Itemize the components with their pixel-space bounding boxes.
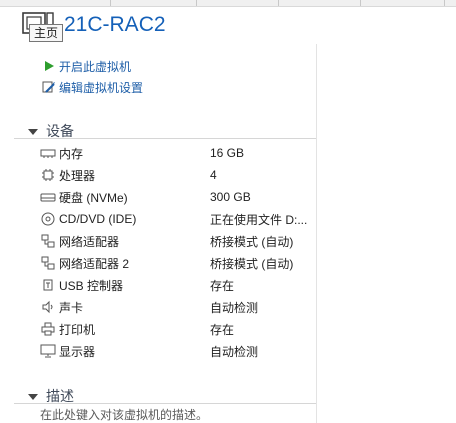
power-on-vm-label: 开启此虚拟机 <box>59 59 132 74</box>
device-row-memory[interactable]: 内存 16 GB <box>40 142 310 164</box>
collapse-caret-icon[interactable] <box>28 128 38 135</box>
section-divider <box>14 138 316 139</box>
usb-icon <box>40 277 56 293</box>
device-row-processor[interactable]: 处理器 4 <box>40 164 310 186</box>
speaker-icon <box>40 299 56 315</box>
device-value: 16 GB <box>210 146 245 160</box>
edit-settings-icon <box>42 80 56 94</box>
tab-separator <box>110 0 111 6</box>
device-value: 300 GB <box>210 190 251 204</box>
panel-divider <box>316 44 317 423</box>
description-placeholder[interactable]: 在此处键入对该虚拟机的描述。 <box>40 406 208 423</box>
device-row-sound-card[interactable]: 声卡 自动检测 <box>40 296 310 318</box>
device-name: 硬盘 (NVMe) <box>59 190 128 205</box>
cd-dvd-icon <box>40 211 56 227</box>
device-value: 自动检测 <box>210 344 259 359</box>
tab-separator <box>444 0 445 6</box>
device-value: 存在 <box>210 322 235 337</box>
printer-icon <box>40 321 56 337</box>
collapse-caret-icon[interactable] <box>28 393 38 400</box>
device-name: 声卡 <box>59 300 84 315</box>
device-row-network-adapter[interactable]: 网络适配器 桥接模式 (自动) <box>40 230 310 252</box>
device-name: 打印机 <box>59 322 96 337</box>
network-icon <box>40 255 56 271</box>
device-value: 自动检测 <box>210 300 259 315</box>
device-row-usb-controller[interactable]: USB 控制器 存在 <box>40 274 310 296</box>
device-row-hard-disk[interactable]: 硬盘 (NVMe) 300 GB <box>40 186 310 208</box>
device-name: 处理器 <box>59 168 96 183</box>
device-name: 显示器 <box>59 344 96 359</box>
play-icon <box>42 59 56 73</box>
device-value: 桥接模式 (自动) <box>210 256 294 271</box>
tab-separator <box>196 0 197 6</box>
cpu-icon <box>40 167 56 183</box>
device-row-display[interactable]: 显示器 自动检测 <box>40 340 310 362</box>
device-value: 存在 <box>210 278 235 293</box>
device-row-printer[interactable]: 打印机 存在 <box>40 318 310 340</box>
device-row-network-adapter-2[interactable]: 网络适配器 2 桥接模式 (自动) <box>40 252 310 274</box>
monitor-icon <box>40 343 56 359</box>
network-icon <box>40 233 56 249</box>
memory-icon <box>40 145 56 161</box>
home-tooltip: 主页 <box>29 24 63 42</box>
hard-disk-icon <box>40 189 56 205</box>
vm-title: 21C-RAC2 <box>64 13 166 36</box>
edit-vm-settings-label: 编辑虚拟机设置 <box>59 80 144 95</box>
device-value: 正在使用文件 D:... <box>210 212 308 227</box>
device-value: 桥接模式 (自动) <box>210 234 294 249</box>
device-name: 网络适配器 <box>59 234 120 249</box>
device-row-cd-dvd[interactable]: CD/DVD (IDE) 正在使用文件 D:... <box>40 208 310 230</box>
edit-vm-settings-link[interactable]: 编辑虚拟机设置 <box>42 78 143 96</box>
tab-separator <box>360 0 361 6</box>
device-name: 内存 <box>59 146 84 161</box>
tab-strip <box>0 0 456 7</box>
device-name: USB 控制器 <box>59 278 124 293</box>
device-name: CD/DVD (IDE) <box>59 212 137 226</box>
power-on-vm-link[interactable]: 开启此虚拟机 <box>42 57 131 75</box>
device-name: 网络适配器 2 <box>59 256 130 271</box>
device-value: 4 <box>210 168 217 182</box>
section-divider <box>14 403 316 404</box>
tab-separator <box>278 0 279 6</box>
